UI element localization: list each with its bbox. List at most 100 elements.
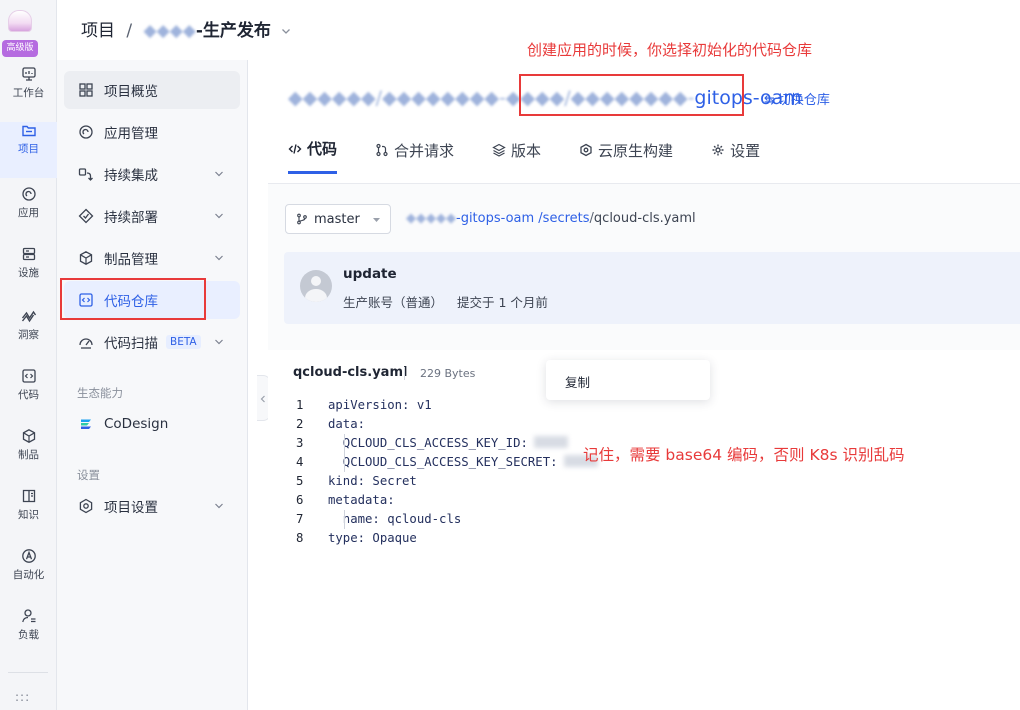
rail-item-app[interactable]: 应用 [0, 186, 57, 242]
sidebar-item-label: 应用管理 [104, 126, 158, 142]
rail-item-label: 自动化 [12, 569, 45, 581]
commit-author: 生产账号（普通） [343, 295, 444, 310]
tab-label: 版本 [511, 141, 542, 160]
chevron-down-icon[interactable] [214, 169, 224, 179]
rail-item-workload[interactable]: 负载 [0, 608, 57, 664]
rail-item-code[interactable]: 代码 [0, 368, 57, 424]
commit-meta: 生产账号（普通） 提交于 1 个月前 [343, 292, 548, 311]
branch-selector[interactable]: master [285, 204, 391, 234]
line-number: 1 [296, 398, 304, 412]
breadcrumb-root[interactable]: 项目 [81, 21, 115, 41]
rail-item-project[interactable]: 项目 [0, 122, 57, 178]
edition-badge: 高级版 [2, 40, 38, 57]
rail-item-label: 洞察 [18, 329, 39, 341]
chevron-down-icon[interactable] [214, 253, 224, 263]
rail-item-automation[interactable]: 自动化 [0, 548, 57, 604]
sidebar-item-label: 持续部署 [104, 210, 158, 226]
grid-icon [79, 83, 93, 97]
rail-item-infra[interactable]: 设施 [0, 246, 57, 302]
tab-code[interactable]: 代码 [288, 138, 338, 174]
rail-item-label: 负载 [18, 629, 39, 641]
rail-item-insight[interactable]: 洞察 [0, 308, 57, 364]
rail-item-label: 设施 [18, 267, 39, 279]
annotation-repo-note: 创建应用的时候，你选择初始化的代码仓库 [527, 41, 813, 59]
app-icon [79, 125, 93, 139]
tab-versions[interactable]: 版本 [492, 138, 541, 174]
code-line: 6 metadata: [296, 491, 598, 510]
line-number: 4 [296, 455, 304, 469]
path-repo-link[interactable]: -gitops-oam [456, 211, 534, 226]
switch-repo-button[interactable]: ⇆ 切换仓库 [764, 89, 830, 108]
switch-icon: ⇆ [764, 93, 775, 108]
settings-icon [712, 144, 724, 156]
divider [404, 367, 405, 380]
tab-label: 合并请求 [394, 141, 455, 160]
tab-merge-requests[interactable]: 合并请求 [375, 138, 454, 174]
sidebar-item-cd[interactable]: 持续部署 [64, 197, 240, 235]
rail-item-label: 代码 [18, 389, 39, 401]
path-dir-link[interactable]: /secrets [538, 211, 589, 226]
line-number: 7 [296, 512, 304, 526]
app-icon [21, 187, 36, 201]
code-line: 5 kind: Secret [296, 472, 598, 491]
book-icon [22, 489, 35, 503]
sidebar-item-label: 项目概览 [104, 84, 158, 100]
server-icon [22, 247, 35, 261]
file-path-breadcrumb: ◆◆◆◆◆-gitops-oam /secrets/qcloud-cls.yam… [406, 211, 696, 226]
avatar [300, 270, 332, 302]
line-number: 2 [296, 417, 304, 431]
breadcrumb-separator: / [126, 21, 133, 41]
project-name-suffix[interactable]: -生产发布 [196, 21, 271, 41]
commit-time: 提交于 1 个月前 [457, 295, 548, 310]
sidebar-item-overview[interactable]: 项目概览 [64, 71, 240, 109]
sidebar-item-ci[interactable]: 持续集成 [64, 155, 240, 193]
line-text: type: Opaque [328, 531, 417, 545]
tab-settings[interactable]: 设置 [711, 138, 760, 174]
file-size: 229 Bytes [420, 367, 476, 380]
rail-item-knowledge[interactable]: 知识 [0, 488, 57, 544]
line-text: QCLOUD_CLS_ACCESS_KEY_SECRET: [328, 455, 558, 469]
line-text: name: qcloud-cls [328, 512, 462, 526]
sidebar-item-codesign[interactable]: CoDesign [64, 405, 240, 443]
tab-cloud-build[interactable]: 云原生构建 [579, 138, 673, 174]
sidebar-item-apps[interactable]: 应用管理 [64, 113, 240, 151]
chevron-down-icon[interactable] [214, 337, 224, 347]
merge-request-icon [376, 143, 388, 157]
sidebar-item-label: 项目设置 [104, 500, 158, 516]
chevron-down-icon[interactable] [214, 211, 224, 221]
more-icon[interactable]: ::: [15, 690, 35, 704]
line-number: 8 [296, 531, 304, 545]
breadcrumb: 项目 / ◆◆◆◆-生产发布 [81, 16, 291, 41]
sidebar-item-project-settings[interactable]: 项目设置 [64, 487, 240, 525]
file-viewer: qcloud-cls.yaml 229 Bytes 复制 1 apiVersion… [268, 350, 1020, 710]
automation-icon [21, 549, 36, 563]
monitor-icon [21, 67, 36, 81]
org-avatar[interactable] [8, 10, 32, 32]
sidebar-item-artifacts[interactable]: 制品管理 [64, 239, 240, 277]
code-line: 1 apiVersion: v1 [296, 396, 598, 415]
annotation-nav-box [60, 278, 206, 320]
line-number: 3 [296, 436, 304, 450]
copy-button[interactable]: 复制 [565, 372, 590, 391]
code-icon [21, 369, 36, 383]
chevron-down-icon[interactable] [214, 501, 224, 511]
redacted-value [533, 436, 568, 448]
insight-icon [21, 310, 36, 323]
repo-tabs: 代码 合并请求 版本 云原生构建 设置 [288, 138, 798, 174]
rail-item-artifact[interactable]: 制品 [0, 428, 57, 484]
code-block[interactable]: 1 apiVersion: v1 2 data: 3 QCLOUD_CLS_ACCESS… [296, 396, 598, 548]
code-tab-icon [288, 143, 302, 154]
tab-label: 设置 [730, 141, 761, 160]
project-name-blurred: ◆◆◆◆ [143, 21, 196, 41]
rail-item-label: 知识 [18, 509, 39, 521]
chevron-down-icon[interactable] [281, 26, 291, 36]
rail-item-label: 项目 [18, 143, 39, 155]
commit-message[interactable]: update [343, 266, 397, 282]
sidebar-item-code-scan[interactable]: 代码扫描 BETA [64, 323, 240, 361]
sidebar-item-label: 代码扫描 [104, 336, 158, 352]
file-name: qcloud-cls.yaml [293, 365, 408, 380]
user-icon [21, 609, 35, 623]
rail-item-workbench[interactable]: 工作台 [0, 66, 57, 122]
path-file: qcloud-cls.yaml [593, 211, 696, 226]
package-icon [79, 251, 93, 265]
